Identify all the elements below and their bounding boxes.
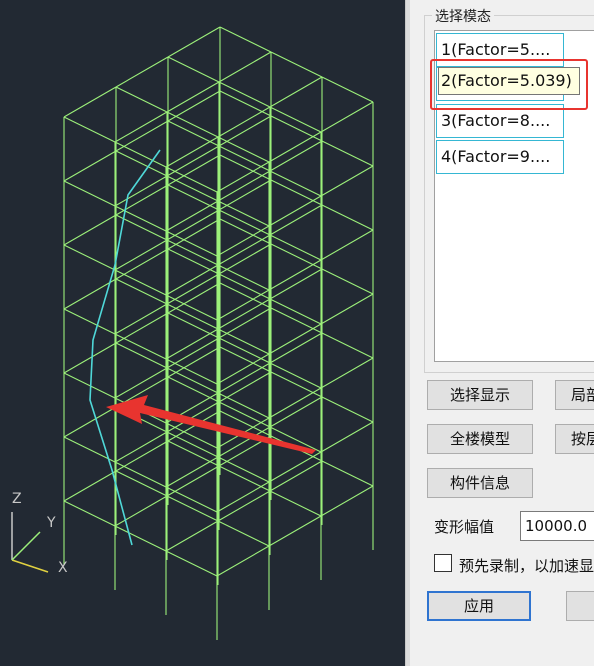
frame-member	[165, 550, 218, 577]
prerecord-label: 预先录制，以加速显示	[459, 557, 594, 575]
frame-member	[167, 26, 221, 58]
frame-member	[320, 293, 374, 325]
frame-member	[321, 396, 374, 423]
model-viewport[interactable]: Z Y X	[0, 0, 405, 666]
apply-button[interactable]: 应用	[427, 591, 531, 621]
frame-member	[114, 303, 168, 335]
frame-member	[216, 481, 270, 513]
frame-member	[321, 268, 374, 295]
frame-member	[165, 136, 219, 168]
axis-triad: Z Y X	[11, 491, 68, 576]
frame-member	[268, 131, 322, 163]
frame-member	[165, 200, 219, 232]
frame-member	[269, 396, 323, 428]
frame-member	[63, 342, 117, 374]
frame-member	[115, 86, 168, 113]
frame-member	[268, 323, 322, 355]
frame-member	[320, 101, 374, 133]
frame-member	[217, 520, 270, 547]
frame-member	[270, 51, 323, 78]
frame-member	[167, 56, 220, 83]
frame-member	[217, 298, 271, 330]
highlight-box	[430, 59, 588, 110]
frame-member	[115, 56, 169, 88]
frame-member	[114, 239, 168, 271]
frame-member	[320, 165, 374, 197]
frame-member	[63, 116, 116, 143]
frame-member	[321, 204, 374, 231]
axis-z-label: Z	[12, 491, 22, 507]
frame-member	[63, 436, 116, 463]
frame-member	[217, 170, 271, 202]
deform-amplitude-input[interactable]: 10000.0	[520, 511, 594, 541]
frame-member	[165, 520, 219, 552]
frame-member	[217, 106, 271, 138]
frame-member	[269, 490, 322, 517]
secondary-button[interactable]	[566, 591, 594, 621]
frame-member	[63, 150, 117, 182]
frame-member	[165, 328, 219, 360]
frame-member	[217, 362, 271, 394]
frame-member	[321, 460, 374, 487]
mode-group-title: 选择模态	[432, 6, 494, 26]
mode-panel: 选择模态 1(Factor=5.... 2(Factor=5.039) 3(Fa…	[410, 0, 594, 666]
frame-member	[269, 268, 323, 300]
axis-x-label: X	[58, 560, 68, 576]
frame-member	[268, 387, 322, 419]
frame-member	[217, 234, 271, 266]
frame-member	[321, 76, 374, 103]
frame-member	[114, 525, 167, 552]
frame-member	[165, 456, 219, 488]
frame-member	[63, 244, 116, 271]
frame-member	[63, 470, 117, 502]
frame-member	[320, 421, 374, 453]
frame-member	[321, 332, 374, 359]
frame-member	[114, 175, 168, 207]
axis-y-label: Y	[46, 515, 56, 531]
frame-member	[114, 111, 168, 143]
frame-member	[320, 485, 374, 517]
frame-member	[268, 451, 322, 483]
by-floor-button[interactable]: 按层	[555, 424, 594, 454]
frame-member	[268, 515, 322, 547]
frame-member	[269, 140, 323, 172]
frame-member	[269, 76, 323, 108]
frame-member	[63, 86, 117, 118]
frame-member	[320, 357, 374, 389]
frame-member	[216, 545, 270, 577]
frame-member	[218, 51, 272, 83]
frame-member	[320, 229, 374, 261]
frame-member	[268, 195, 322, 227]
frame-member	[114, 431, 168, 463]
frame-member	[63, 406, 117, 438]
deform-amplitude-label: 变形幅值	[434, 518, 495, 536]
select-display-button[interactable]: 选择显示	[427, 380, 533, 410]
frame-member	[217, 490, 271, 522]
member-info-button[interactable]: 构件信息	[427, 468, 533, 498]
frame-member	[63, 308, 116, 335]
frame-member	[63, 278, 117, 310]
frame-member	[269, 204, 323, 236]
wireframe-canvas: Z Y X	[11, 26, 374, 640]
frame-member	[269, 460, 323, 492]
frame-member	[63, 180, 116, 207]
frame-member	[165, 264, 219, 296]
mode-list-item-4[interactable]: 4(Factor=9....	[436, 140, 564, 174]
frame-member	[219, 26, 272, 53]
frame-member	[114, 367, 168, 399]
local-button[interactable]: 局部	[555, 380, 594, 410]
frame-member	[321, 140, 374, 167]
whole-model-button[interactable]: 全楼模型	[427, 424, 533, 454]
frame-member	[63, 500, 116, 527]
prerecord-checkbox[interactable]	[434, 554, 452, 572]
frame-member	[269, 332, 323, 364]
frame-member	[63, 214, 117, 246]
building-frame	[63, 26, 374, 640]
frame-member	[268, 259, 322, 291]
frame-member	[166, 81, 220, 113]
